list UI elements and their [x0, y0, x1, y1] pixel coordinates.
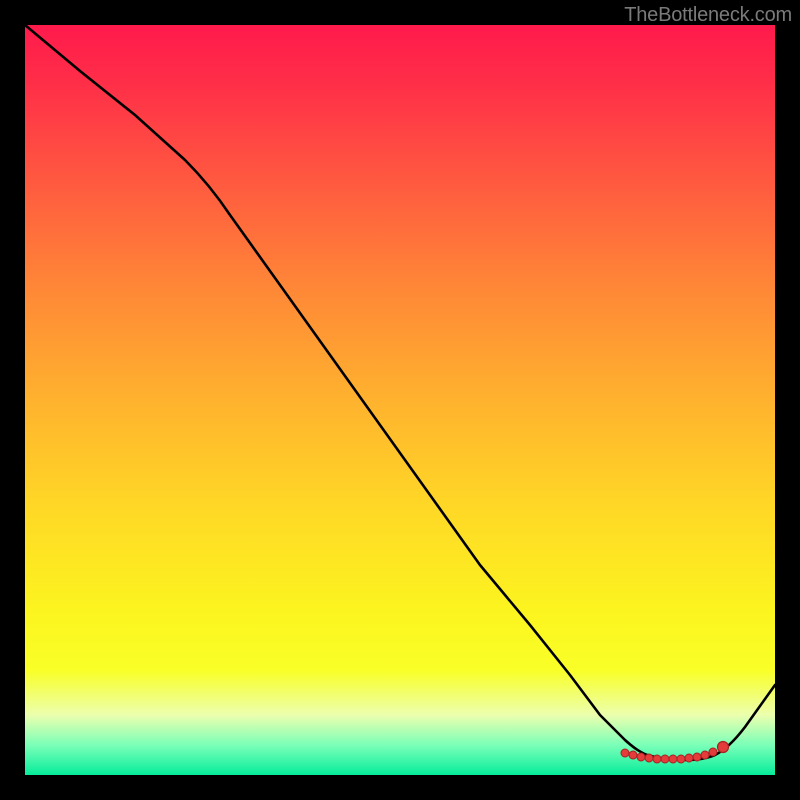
- marker-dot: [645, 754, 653, 762]
- watermark-text: TheBottleneck.com: [624, 4, 792, 27]
- marker-dot: [709, 748, 717, 756]
- marker-dot: [693, 753, 701, 761]
- marker-dot: [653, 755, 661, 763]
- bottleneck-curve: [25, 25, 775, 760]
- chart-svg: [25, 25, 775, 775]
- chart-stage: TheBottleneck.com: [0, 0, 800, 800]
- marker-dot: [661, 755, 669, 763]
- marker-dot: [677, 755, 685, 763]
- marker-dot: [621, 749, 629, 757]
- marker-dot-end: [718, 742, 729, 753]
- marker-dot: [629, 751, 637, 759]
- plot-area: [25, 25, 775, 775]
- marker-cluster: [621, 742, 729, 764]
- marker-dot: [701, 751, 709, 759]
- marker-dot: [669, 755, 677, 763]
- marker-dot: [637, 753, 645, 761]
- marker-dot: [685, 754, 693, 762]
